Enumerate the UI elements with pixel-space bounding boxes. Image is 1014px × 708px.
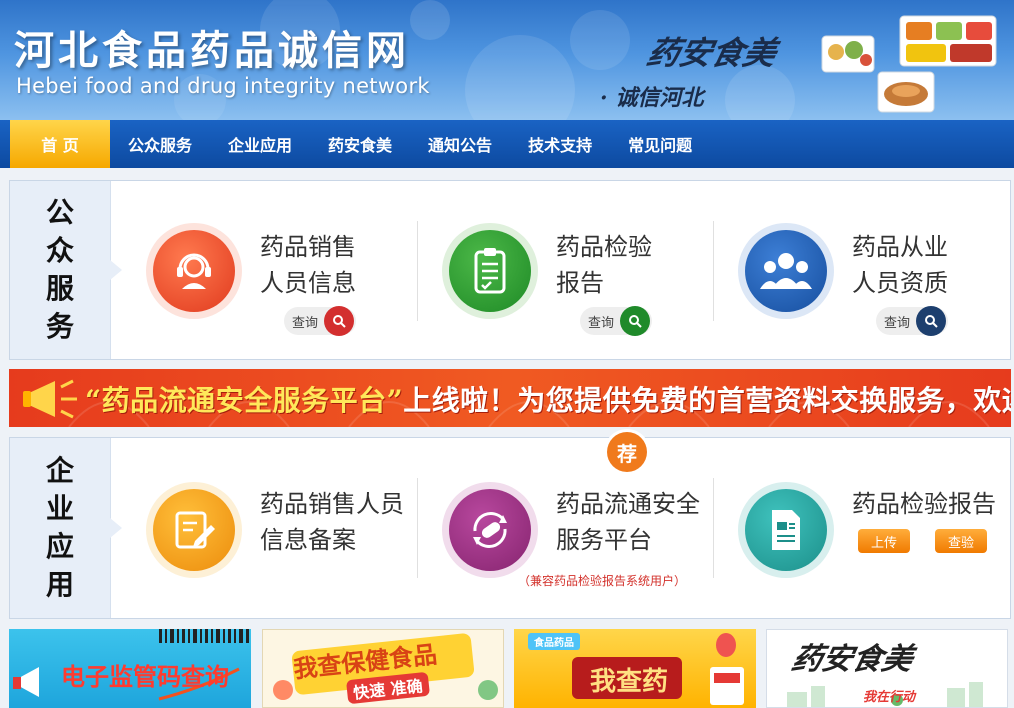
users-icon (745, 230, 827, 312)
sales-staff-filing-title[interactable]: 药品销售人员 信息备案 (260, 486, 404, 558)
sales-staff-info-title[interactable]: 药品销售 人员信息 (260, 229, 356, 301)
tile-e-supervision-code[interactable]: 电子监管码查询 (9, 629, 251, 708)
recommend-badge: 荐 (607, 432, 647, 472)
nav-drug-food-safety[interactable]: 药安食美 (310, 120, 410, 168)
tile-title: 电子监管码查询 (61, 663, 229, 691)
side-arrow (110, 260, 122, 280)
label-line: 药品从业 (852, 233, 948, 261)
tile-title: 我查药 (590, 667, 669, 697)
clipboard-icon (449, 230, 531, 312)
upload-button[interactable]: 上传 (858, 529, 910, 553)
label-line: 报告 (556, 269, 604, 297)
label-line: 药品流通安全 (556, 490, 700, 518)
pill-icon (449, 489, 531, 571)
sales-staff-query-button[interactable]: 查询 (284, 306, 356, 336)
calligraphy-logo: 药安食美 (643, 34, 780, 72)
side-char: 众 (45, 234, 74, 267)
label-line: 服务平台 (556, 526, 652, 554)
site-subtitle: Hebei food and drug integrity network (16, 74, 430, 98)
nav-faq[interactable]: 常见问题 (610, 120, 710, 168)
enterprise-panel: 企 业 应 用 荐 药品销售人员 信息备案 药品流通安全 服务平台 （兼容药品检… (9, 432, 1011, 619)
tile-health-food-query[interactable]: 我查保健食品 快速 准确 (262, 629, 504, 708)
food-photos-image (821, 15, 997, 113)
label-line: 药品销售 (260, 233, 356, 261)
side-char: 企 (45, 454, 74, 487)
side-char: 务 (45, 310, 74, 343)
divider (417, 221, 418, 321)
headset-icon (153, 230, 235, 312)
banner-text: “药品流通安全服务平台”上线啦！为您提供免费的首营资料交换服务，欢迎使用！ (85, 379, 1011, 419)
tile-subtitle: 我在行动 (863, 690, 916, 705)
sales-staff-filing-icon-wrap[interactable] (146, 482, 242, 578)
practitioner-query-button[interactable]: 查询 (876, 306, 948, 336)
banner-message: 上线啦！为您提供免费的首营资料交换服务，欢迎使用！ (403, 384, 1011, 417)
main-nav: 首 页 公众服务 企业应用 药安食美 通知公告 技术支持 常见问题 (0, 120, 1014, 168)
search-icon (620, 306, 650, 336)
label-line: 人员信息 (260, 269, 356, 297)
side-char: 业 (45, 492, 74, 525)
nav-tech-support[interactable]: 技术支持 (510, 120, 610, 168)
site-header: 河北食品药品诚信网 Hebei food and drug integrity … (0, 0, 1014, 120)
label-line: 人员资质 (852, 269, 948, 297)
public-service-side-label: 公 众 服 务 (10, 181, 122, 359)
check-button[interactable]: 查验 (935, 529, 987, 553)
query-label: 查询 (884, 315, 911, 331)
compatibility-note: （兼容药品检验报告系统用户） (518, 574, 687, 588)
label-line: 信息备案 (260, 526, 356, 554)
label-line: 药品检验 (556, 233, 652, 261)
side-char: 用 (45, 568, 74, 601)
label-line: 药品销售人员 (260, 490, 404, 518)
side-char: 公 (45, 196, 74, 229)
edit-icon (153, 489, 235, 571)
search-icon (916, 306, 946, 336)
document-icon (745, 489, 827, 571)
public-service-panel: 公 众 服 务 药品销售 人员信息 查询 药品检验 报告 查询 药品从业 人员资… (9, 180, 1011, 360)
divider (713, 478, 714, 578)
divider (713, 221, 714, 321)
enterprise-side-label: 企 业 应 用 (10, 438, 122, 618)
nav-home[interactable]: 首 页 (10, 120, 110, 168)
circulation-platform-icon-wrap[interactable] (442, 482, 538, 578)
sales-staff-info-icon-wrap[interactable] (146, 223, 242, 319)
query-label: 查询 (292, 315, 319, 331)
side-arrow (110, 518, 122, 538)
query-label: 查询 (588, 315, 615, 331)
inspection-report-upload-icon-wrap[interactable] (738, 482, 834, 578)
circulation-platform-title[interactable]: 药品流通安全 服务平台 (556, 486, 700, 558)
inspection-report-query-button[interactable]: 查询 (580, 306, 652, 336)
search-icon (324, 306, 354, 336)
side-char: 应 (45, 530, 74, 563)
banner-highlight: “药品流通安全服务平台” (85, 384, 404, 417)
side-char: 服 (45, 272, 74, 305)
tile-drug-query[interactable]: 食品药品 我查药 (514, 629, 756, 708)
divider (417, 478, 418, 578)
nav-enterprise-app[interactable]: 企业应用 (210, 120, 310, 168)
tile-drug-food-beauty[interactable]: 药安食美 我在行动 (766, 629, 1008, 708)
inspection-report-upload-title[interactable]: 药品检验报告 (852, 486, 996, 522)
inspection-report-title[interactable]: 药品检验 报告 (556, 229, 652, 301)
inspection-report-icon-wrap[interactable] (442, 223, 538, 319)
promo-banner[interactable]: “药品流通安全服务平台”上线啦！为您提供免费的首营资料交换服务，欢迎使用！ (9, 369, 1011, 427)
nav-public-service[interactable]: 公众服务 (110, 120, 210, 168)
site-title: 河北食品药品诚信网 (14, 27, 410, 74)
practitioner-qualification-title[interactable]: 药品从业 人员资质 (852, 229, 948, 301)
practitioner-qualification-icon-wrap[interactable] (738, 223, 834, 319)
nav-notices[interactable]: 通知公告 (410, 120, 510, 168)
slogan: · 诚信河北 (600, 85, 704, 111)
tile-tag: 食品药品 (528, 633, 580, 650)
megaphone-icon (23, 379, 77, 419)
tile-title: 药安食美 (788, 642, 916, 677)
page: 河北食品药品诚信网 Hebei food and drug integrity … (0, 0, 1014, 708)
